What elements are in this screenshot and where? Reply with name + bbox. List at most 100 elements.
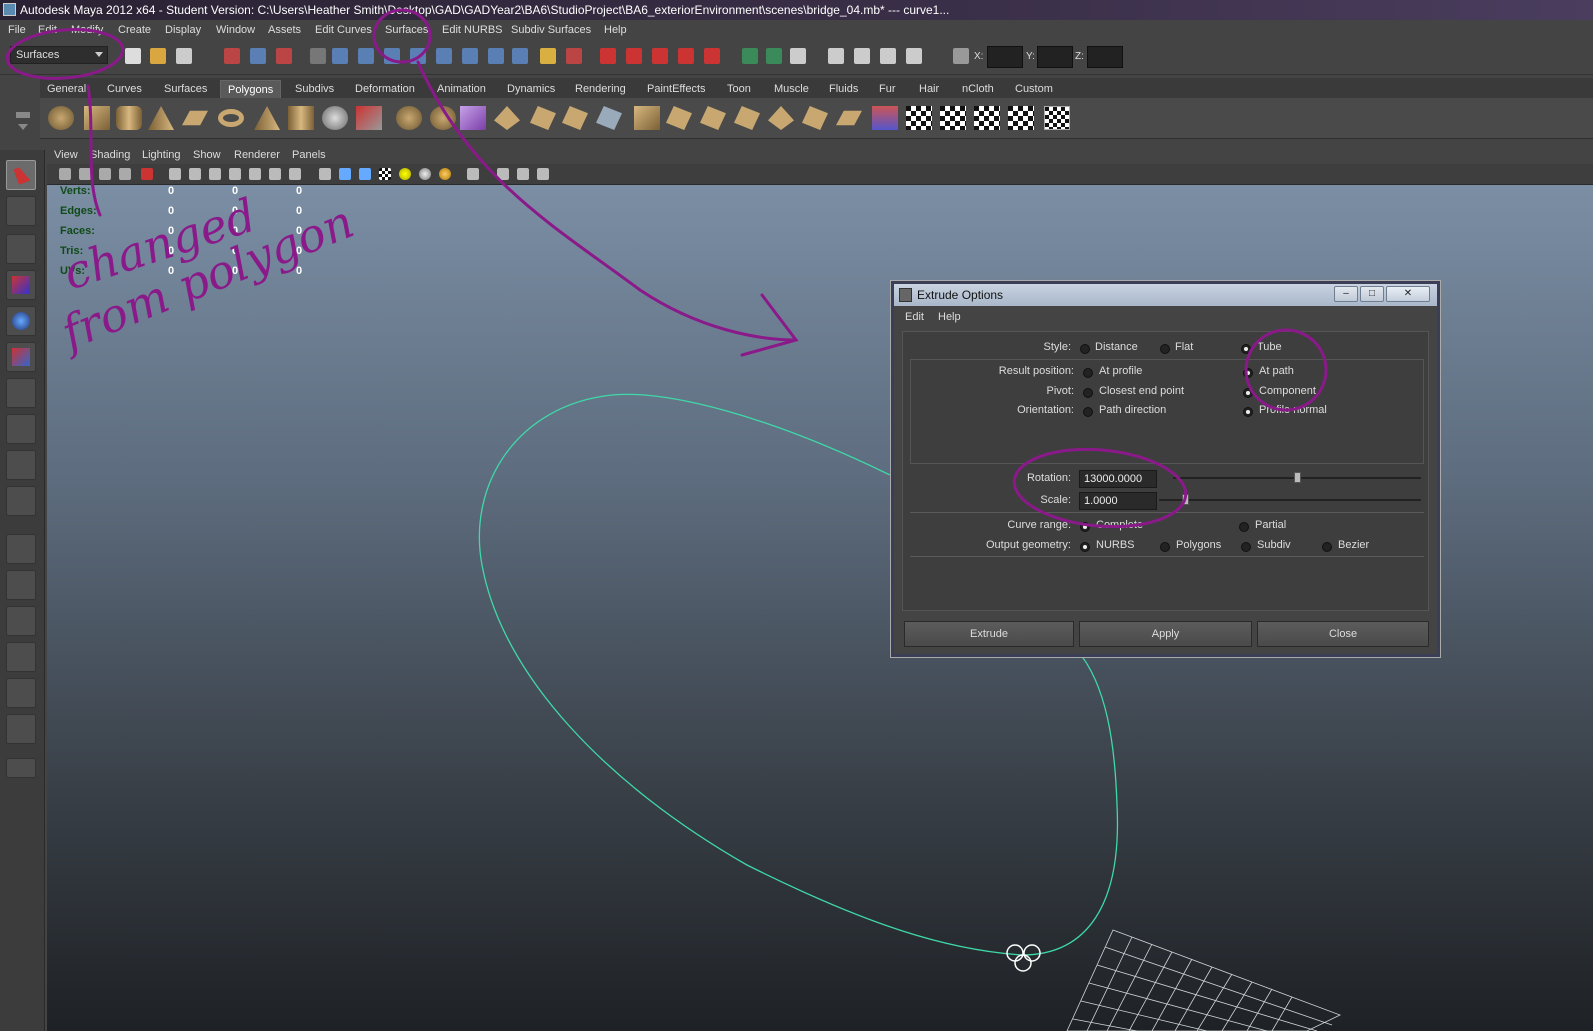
minimize-button[interactable]: –: [1334, 286, 1358, 302]
camera-attributes-icon[interactable]: [79, 168, 91, 180]
four-view-layout-icon[interactable]: [6, 570, 36, 600]
pivot-component-label[interactable]: Component: [1259, 385, 1316, 397]
extract-icon[interactable]: [836, 110, 862, 126]
output-ops-icon[interactable]: [766, 48, 782, 64]
select-misc-icon[interactable]: [512, 48, 528, 64]
pivot-component-radio[interactable]: [1243, 388, 1253, 398]
result-at-profile-radio[interactable]: [1083, 368, 1093, 378]
smooth-icon[interactable]: [430, 106, 456, 130]
style-tube-label[interactable]: Tube: [1257, 341, 1282, 353]
safe-action-icon[interactable]: [269, 168, 281, 180]
tab-rendering[interactable]: Rendering: [568, 80, 633, 98]
scale-slider[interactable]: [1159, 499, 1421, 501]
safe-title-icon[interactable]: [289, 168, 301, 180]
tab-dynamics[interactable]: Dynamics: [500, 80, 562, 98]
last-tool-icon[interactable]: [6, 486, 36, 516]
tab-hair[interactable]: Hair: [912, 80, 946, 98]
image-plane-icon[interactable]: [119, 168, 131, 180]
wedge-icon[interactable]: [768, 106, 794, 130]
camera-select-icon[interactable]: [59, 168, 71, 180]
menu-create[interactable]: Create: [118, 24, 151, 36]
field-chart-icon[interactable]: [249, 168, 261, 180]
tab-painteffects[interactable]: PaintEffects: [640, 80, 713, 98]
menu-set-dropdown[interactable]: Surfaces: [10, 46, 108, 64]
render-view-icon[interactable]: [828, 48, 844, 64]
panel-menu-shading[interactable]: Shading: [90, 149, 130, 161]
hypershade-layout-icon[interactable]: [6, 678, 36, 708]
maximize-button[interactable]: □: [1360, 286, 1384, 302]
film-gate-icon[interactable]: [189, 168, 201, 180]
select-joints-icon[interactable]: [358, 48, 374, 64]
style-flat-label[interactable]: Flat: [1175, 341, 1193, 353]
menu-edit[interactable]: Edit: [38, 24, 57, 36]
wireframe-on-shaded-icon[interactable]: [359, 168, 371, 180]
make-live-icon[interactable]: [704, 48, 720, 64]
output-bezier-radio[interactable]: [1322, 542, 1332, 552]
xray-icon[interactable]: [497, 168, 509, 180]
poly-plane-icon[interactable]: [182, 110, 208, 126]
output-polygons-label[interactable]: Polygons: [1176, 539, 1221, 551]
poly-pyramid-icon[interactable]: [254, 106, 280, 130]
panel-menu-lighting[interactable]: Lighting: [142, 149, 181, 161]
render-settings-icon[interactable]: [906, 48, 922, 64]
combine-icon[interactable]: [356, 106, 382, 130]
shadows-icon[interactable]: [419, 168, 431, 180]
menu-window[interactable]: Window: [216, 24, 255, 36]
tab-ncloth[interactable]: nCloth: [955, 80, 1001, 98]
tab-subdivs[interactable]: Subdivs: [288, 80, 341, 98]
mask-dropdown-icon[interactable]: [310, 48, 326, 64]
persp-graph-hypergraph-layout-icon[interactable]: [6, 714, 36, 744]
dialog-menu-help[interactable]: Help: [938, 311, 961, 323]
snap-view-plane-icon[interactable]: [678, 48, 694, 64]
paint-select-tool-icon[interactable]: [6, 234, 36, 264]
curve-range-partial-radio[interactable]: [1239, 522, 1249, 532]
planar-mapping-icon[interactable]: [906, 106, 932, 130]
orientation-profile-normal-radio[interactable]: [1243, 407, 1253, 417]
open-scene-icon[interactable]: [150, 48, 166, 64]
tab-deformation[interactable]: Deformation: [348, 80, 422, 98]
orientation-profile-normal-label[interactable]: Profile normal: [1259, 404, 1327, 416]
cylindrical-mapping-icon[interactable]: [940, 106, 966, 130]
show-manipulator-tool-icon[interactable]: [6, 450, 36, 480]
menu-file[interactable]: File: [8, 24, 26, 36]
tab-custom[interactable]: Custom: [1008, 80, 1060, 98]
output-nurbs-label[interactable]: NURBS: [1096, 539, 1135, 551]
pivot-closest-end-point-label[interactable]: Closest end point: [1099, 385, 1184, 397]
layout-dropdown-icon[interactable]: [6, 758, 36, 778]
panel-menu-show[interactable]: Show: [193, 149, 221, 161]
snap-point-icon[interactable]: [652, 48, 668, 64]
merge-icon[interactable]: [666, 106, 692, 130]
extrude-button[interactable]: Extrude: [904, 621, 1074, 647]
select-deformations-icon[interactable]: [436, 48, 452, 64]
close-button[interactable]: Close: [1257, 621, 1429, 647]
dialog-titlebar[interactable]: Extrude Options – □ ✕: [894, 284, 1437, 306]
xray-joints-icon[interactable]: [517, 168, 529, 180]
extrude-poly-icon[interactable]: [460, 106, 486, 130]
output-subdiv-radio[interactable]: [1241, 542, 1251, 552]
resolution-gate-icon[interactable]: [209, 168, 221, 180]
panel-menu-renderer[interactable]: Renderer: [234, 149, 280, 161]
result-at-profile-label[interactable]: At profile: [1099, 365, 1142, 377]
curve-range-partial-label[interactable]: Partial: [1255, 519, 1286, 531]
single-perspective-layout-icon[interactable]: [6, 534, 36, 564]
highlight-selection-icon[interactable]: [566, 48, 582, 64]
split-polygon-icon[interactable]: [562, 106, 588, 130]
poly-cone-icon[interactable]: [148, 106, 174, 130]
separate-icon[interactable]: [396, 106, 422, 130]
soft-modification-tool-icon[interactable]: [6, 414, 36, 444]
orientation-path-direction-label[interactable]: Path direction: [1099, 404, 1166, 416]
panel-menu-view[interactable]: View: [54, 149, 78, 161]
scale-tool-icon[interactable]: [6, 342, 36, 372]
pivot-closest-end-point-radio[interactable]: [1083, 388, 1093, 398]
select-handles-icon[interactable]: [332, 48, 348, 64]
menu-display[interactable]: Display: [165, 24, 201, 36]
input-ops-icon[interactable]: [742, 48, 758, 64]
apply-button[interactable]: Apply: [1079, 621, 1252, 647]
insert-edge-loop-icon[interactable]: [596, 106, 622, 130]
poly-soccer-ball-icon[interactable]: [322, 106, 348, 130]
append-polygon-icon[interactable]: [530, 106, 556, 130]
tab-animation[interactable]: Animation: [430, 80, 493, 98]
rotation-slider-thumb[interactable]: [1294, 472, 1301, 483]
scale-slider-thumb[interactable]: [1182, 494, 1190, 505]
select-curves-icon[interactable]: [384, 48, 400, 64]
